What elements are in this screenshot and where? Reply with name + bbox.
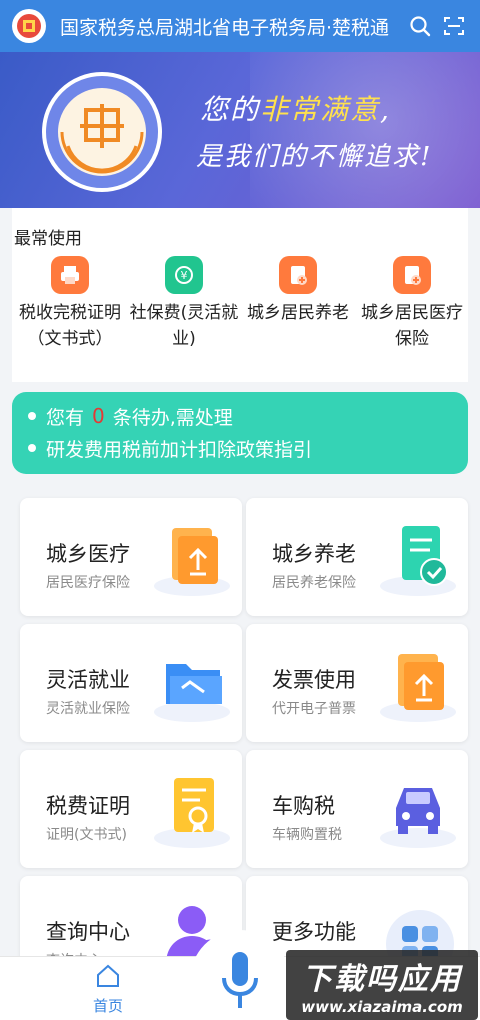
header-title: 国家税务总局湖北省电子税务局·楚税通 [60,16,390,39]
card-title: 查询中心 [46,920,130,944]
scan-icon[interactable] [442,14,466,38]
todo-notice[interactable]: 您有 0 条待办,需处理 [28,400,468,432]
card-title: 税费证明 [46,794,130,818]
most-used-item-social-security[interactable]: ¥ 社保费(灵活就业) [128,256,240,352]
card-subtitle: 证明(文书式) [46,827,127,843]
card-title: 车购税 [272,794,335,818]
most-used-label: 社保费(灵活就业) [129,303,239,349]
card-vehicle-purchase-tax[interactable]: 车购税 车辆购置税 [246,750,468,868]
svg-text:¥: ¥ [181,269,188,282]
search-icon[interactable] [408,14,432,38]
card-invoice-usage[interactable]: 发票使用 代开电子普票 [246,624,468,742]
policy-guide-link[interactable]: 研发费用税前加计扣除政策指引 [28,432,468,464]
certificate-icon [154,778,230,848]
card-subtitle: 居民医疗保险 [46,575,130,591]
most-used-item-medical-insurance[interactable]: 城乡居民医疗保险 [356,256,468,352]
bullet-dot [28,412,36,420]
home-icon [97,964,119,987]
nav-home[interactable]: 首页 [80,963,136,1016]
most-used-title: 最常使用 [14,229,82,249]
medical-insurance-icon [393,256,431,294]
card-rural-medical[interactable]: 城乡医疗 居民医疗保险 [20,498,242,616]
most-used-item-tax-certificate[interactable]: 税收完税证明（文书式） [14,256,126,352]
most-used-section: 最常使用 税收完税证明（文书式） ¥ 社保费(灵活就业) 城乡居民养老 城乡居民… [12,208,468,382]
notice-panel[interactable]: 您有 0 条待办,需处理 研发费用税前加计扣除政策指引 [12,392,468,474]
most-used-item-pension[interactable]: 城乡居民养老 [242,256,354,326]
card-subtitle: 灵活就业保险 [46,701,130,717]
most-used-label: 城乡居民养老 [247,303,349,323]
nav-home-label: 首页 [92,997,123,1015]
card-title: 更多功能 [272,920,356,944]
print-icon [51,256,89,294]
card-subtitle: 车辆购置税 [272,827,342,843]
banner-slogan-line2: 是我们的不懈追求! [196,142,433,172]
bullet-dot [28,444,36,452]
card-title: 城乡养老 [272,542,356,566]
folder-upload-icon [154,528,230,596]
app-header: 国家税务总局湖北省电子税务局·楚税通 [0,0,480,52]
banner-glow [250,52,480,208]
card-flexible-employment[interactable]: 灵活就业 灵活就业保险 [20,624,242,742]
microphone-icon [222,952,258,1008]
document-check-icon [380,526,456,596]
chushui-seal-icon [42,72,162,192]
most-used-label: 税收完税证明（文书式） [19,303,121,349]
voice-button[interactable] [190,930,290,1020]
card-title: 城乡医疗 [46,542,130,566]
promo-banner[interactable]: 您的非常满意, 是我们的不懈追求! [0,52,480,208]
invoice-upload-icon [380,654,456,722]
card-title: 灵活就业 [46,668,130,692]
most-used-label: 城乡居民医疗保险 [361,303,463,349]
social-security-icon: ¥ [165,256,203,294]
watermark: 下载吗应用 www.xiazaima.com [286,950,478,1020]
card-subtitle: 代开电子普票 [272,701,356,717]
card-rural-pension[interactable]: 城乡养老 居民养老保险 [246,498,468,616]
todo-count: 0 [92,404,105,428]
card-subtitle: 居民养老保险 [272,575,356,591]
card-tax-certificate[interactable]: 税费证明 证明(文书式) [20,750,242,868]
car-icon [380,788,456,848]
banner-slogan-line1: 您的非常满意, [200,93,391,126]
card-title: 发票使用 [272,668,356,692]
pension-icon [279,256,317,294]
tax-emblem-logo [12,9,46,43]
folder-icon [154,664,230,722]
